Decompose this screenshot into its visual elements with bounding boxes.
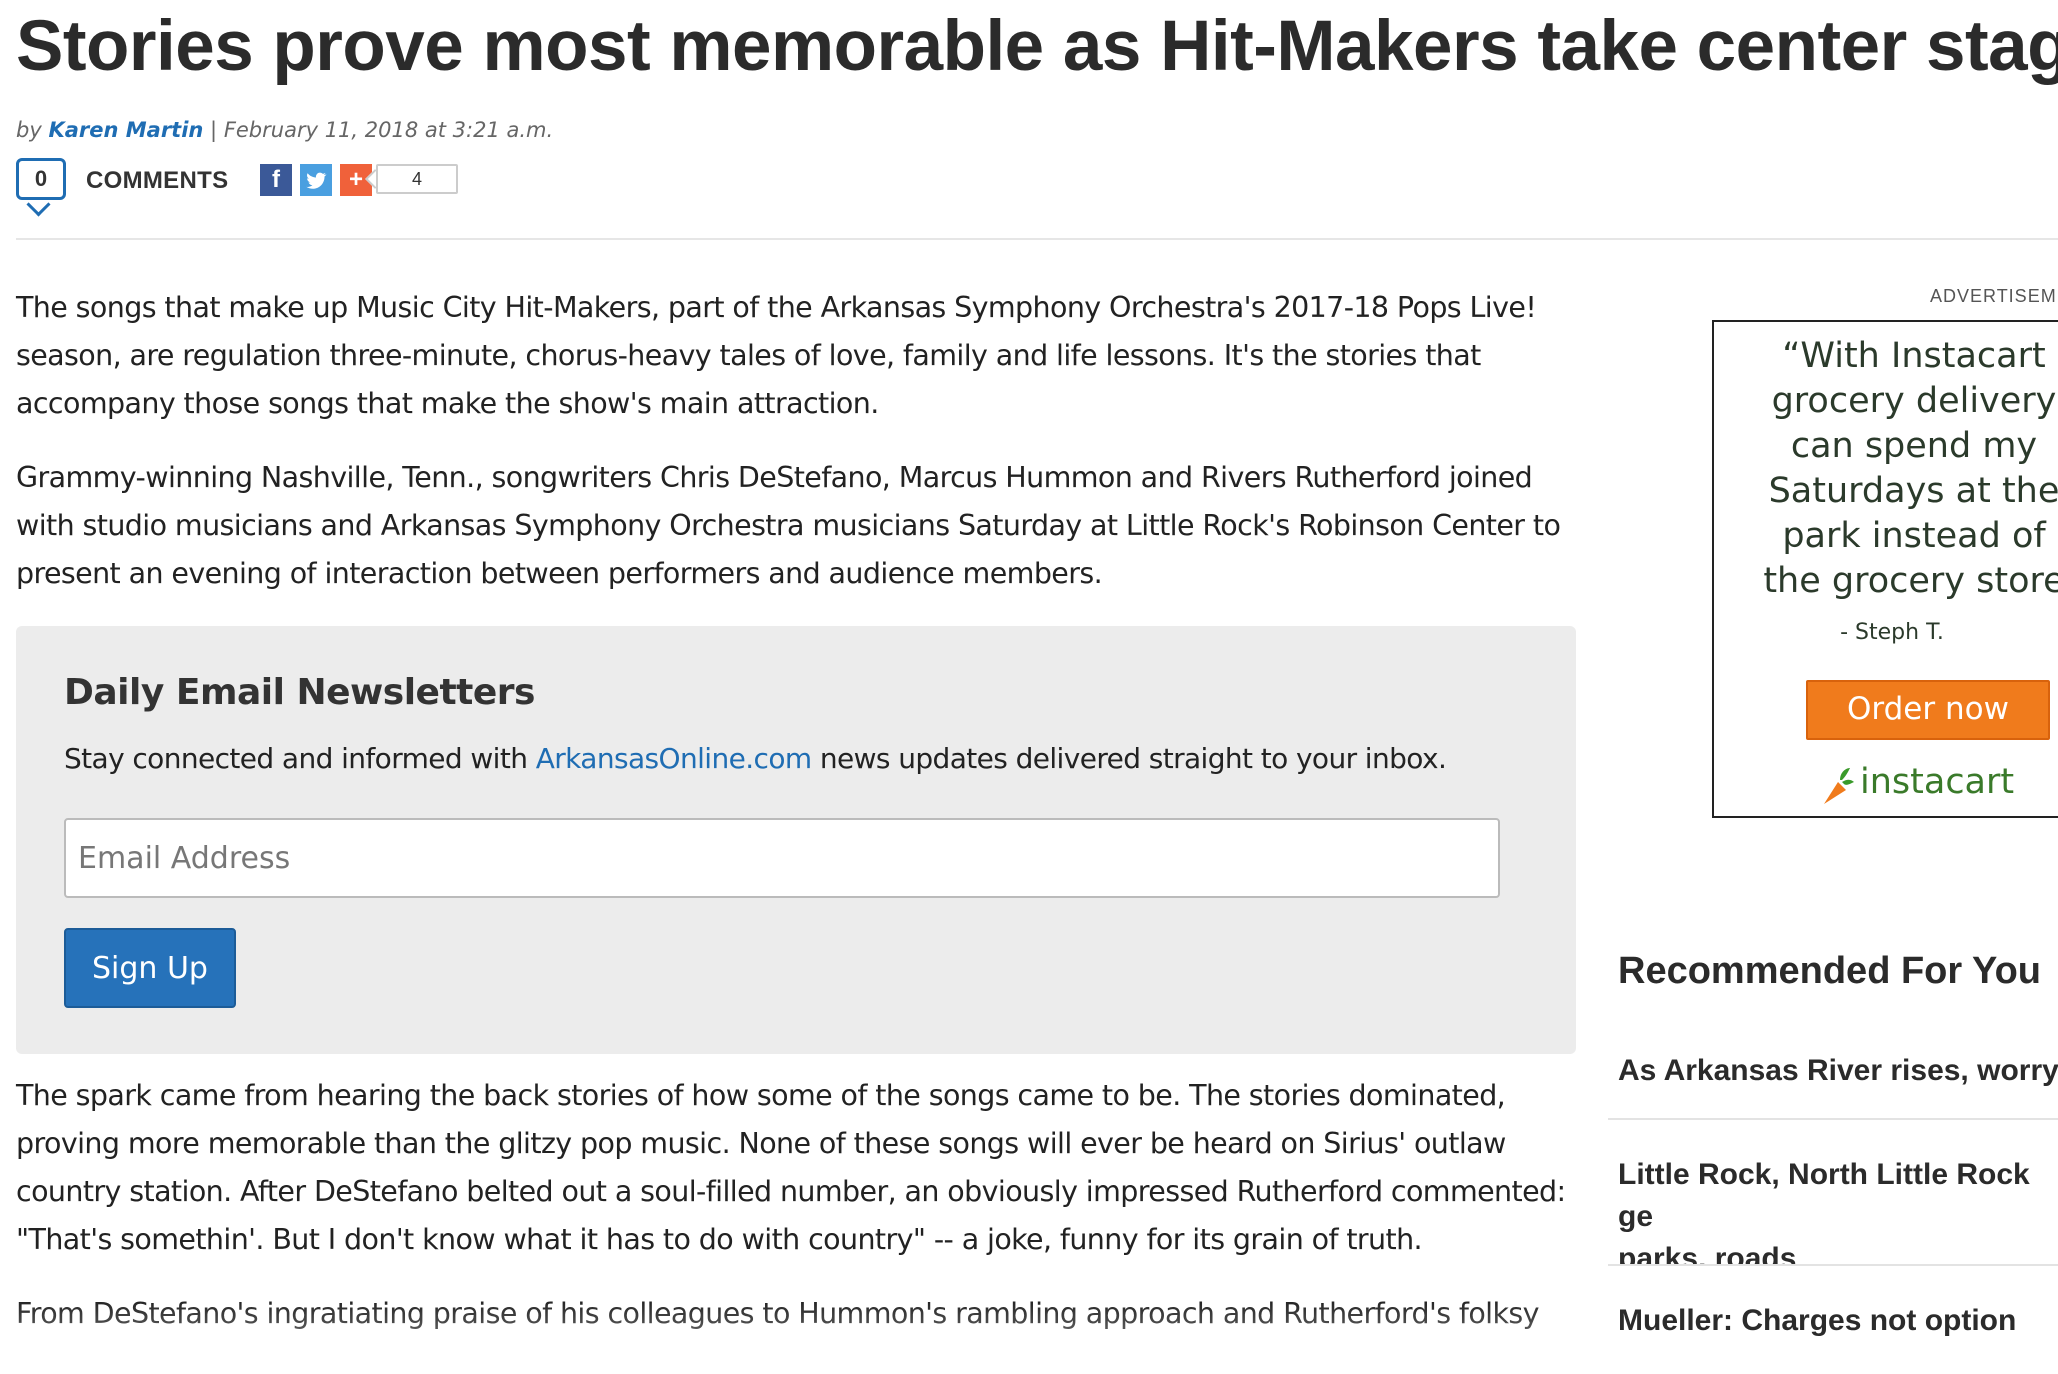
article-headline: Stories prove most memorable as Hit-Make…	[16, 7, 2058, 86]
instacart-logo: instacart	[1818, 762, 2014, 802]
article-paragraph: From DeStefano's ingratiating praise of …	[16, 1297, 1540, 1330]
arkansasonline-link[interactable]: ArkansasOnline.com	[536, 742, 812, 775]
article-body-top: The songs that make up Music City Hit-Ma…	[16, 284, 1596, 624]
article-page: Stories prove most memorable as Hit-Make…	[0, 0, 2058, 1374]
article-paragraph: The songs that make up Music City Hit-Ma…	[16, 291, 1537, 420]
author-link[interactable]: Karen Martin	[48, 118, 203, 142]
newsletter-signup: Daily Email Newsletters Stay connected a…	[16, 626, 1576, 1054]
facebook-share-button[interactable]: f	[260, 164, 292, 196]
newsletter-blurb-before: Stay connected and informed with	[64, 742, 536, 775]
order-now-button[interactable]: Order now	[1806, 680, 2050, 740]
instacart-ad[interactable]: “With Instacart grocery delivery can spe…	[1712, 320, 2058, 818]
recommended-link[interactable]: Little Rock, North Little Rock ge parks,…	[1618, 1154, 2058, 1264]
newsletter-blurb-after: news updates delivered straight to your …	[811, 742, 1447, 775]
ad-attribution: - Steph T.	[1840, 620, 1944, 645]
comment-bubble-icon[interactable]: 0	[16, 158, 66, 200]
facebook-icon: f	[272, 166, 280, 193]
newsletter-blurb: Stay connected and informed with Arkansa…	[64, 742, 1447, 775]
recommended-link[interactable]: As Arkansas River rises, worry	[1618, 1050, 2058, 1092]
sign-up-button[interactable]: Sign Up	[64, 928, 236, 1008]
byline-separator: |	[203, 118, 224, 142]
recommended-item[interactable]: Mueller: Charges not option	[1608, 1300, 2058, 1360]
byline: by Karen Martin | February 11, 2018 at 3…	[16, 118, 553, 142]
advertisement-label: ADVERTISEMENT	[1930, 286, 2058, 306]
recommended-item[interactable]: As Arkansas River rises, worry	[1608, 1050, 2058, 1120]
article-paragraph: The spark came from hearing the back sto…	[16, 1079, 1566, 1256]
header-divider	[16, 238, 2058, 240]
article-paragraph: Grammy-winning Nashville, Tenn., songwri…	[16, 461, 1561, 590]
recommended-item[interactable]: Little Rock, North Little Rock ge parks,…	[1608, 1154, 2058, 1266]
newsletter-title: Daily Email Newsletters	[64, 672, 535, 713]
recommended-title: Recommended For You	[1618, 950, 2041, 992]
plus-icon: +	[348, 166, 363, 193]
recommended-link[interactable]: Mueller: Charges not option	[1618, 1300, 2058, 1342]
article-body-bottom: The spark came from hearing the back sto…	[16, 1072, 1596, 1364]
twitter-icon	[306, 172, 327, 189]
comments-count: 0	[34, 166, 48, 191]
ad-brand-text: instacart	[1860, 762, 2015, 802]
email-address-input[interactable]	[64, 818, 1500, 898]
comments-link[interactable]: COMMENTS	[86, 167, 228, 195]
byline-prefix: by	[16, 118, 42, 142]
article-date: February 11, 2018 at 3:21 a.m.	[223, 118, 554, 142]
social-row: 0 COMMENTS f + 4	[16, 158, 616, 218]
twitter-share-button[interactable]	[300, 164, 332, 196]
ad-quote: “With Instacart grocery delivery can spe…	[1763, 336, 2058, 601]
share-count: 4	[376, 164, 458, 194]
